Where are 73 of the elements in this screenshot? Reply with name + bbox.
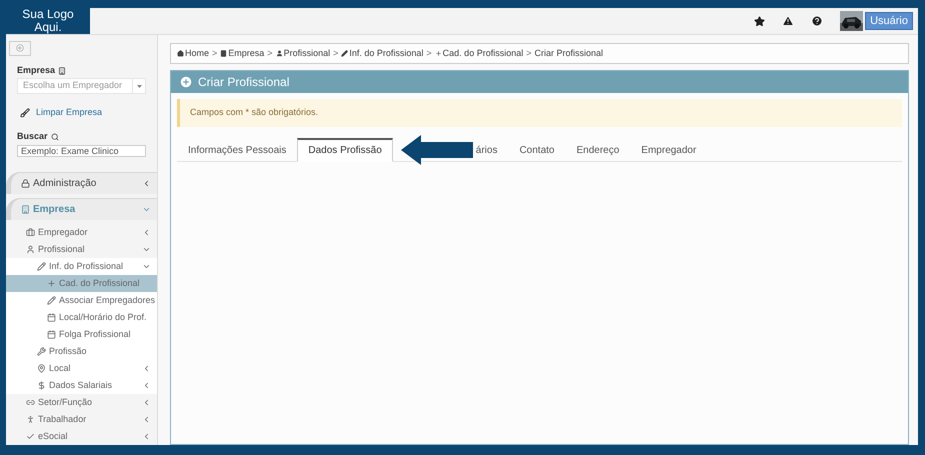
warning-icon[interactable] — [782, 15, 794, 27]
menu-item-icon — [37, 364, 46, 373]
menu-item-icon — [37, 262, 46, 271]
menu-item-icon — [47, 330, 56, 339]
breadcrumb-icon — [341, 50, 348, 57]
breadcrumb-separator: > — [526, 46, 532, 60]
menu-item-icon — [26, 432, 35, 441]
broom-icon — [20, 108, 30, 118]
menu-item-icon — [37, 381, 46, 390]
menu-item[interactable]: Local — [6, 360, 157, 377]
breadcrumb-link[interactable]: Empresa — [228, 46, 264, 60]
search-field[interactable]: Exemplo: Exame Clinico — [17, 144, 146, 157]
breadcrumb-icon — [220, 50, 228, 57]
chevron-down-icon — [142, 205, 151, 214]
sidebar-toggle-button[interactable] — [9, 41, 31, 56]
company-label: Empresa — [17, 64, 56, 77]
breadcrumb-separator: > — [267, 46, 273, 60]
tab[interactable]: Dados Profissão — [297, 138, 393, 162]
menu-item[interactable]: Empregador — [6, 224, 157, 241]
menu-item-icon — [26, 228, 35, 237]
menu-item-icon — [47, 296, 56, 305]
menu-item-icon — [26, 398, 35, 407]
help-icon[interactable] — [811, 15, 824, 27]
arrow-left-icon — [16, 44, 24, 52]
menu-item[interactable]: Profissional — [6, 241, 157, 258]
breadcrumb-link[interactable]: Inf. do Profissional — [349, 46, 424, 60]
plus-circle-icon — [179, 75, 193, 89]
menu-item[interactable]: Dados Salariais — [6, 377, 157, 394]
breadcrumb-current: Criar Profissional — [534, 46, 604, 60]
tab[interactable]: Informações Pessoais — [177, 138, 298, 162]
alert: Campos com * são obrigatórios. — [177, 99, 902, 127]
menu-item[interactable]: Setor/Função — [6, 394, 157, 411]
chevron-left-icon — [142, 228, 151, 237]
dropdown-caret-icon — [136, 84, 142, 88]
chevron-left-icon — [142, 179, 151, 188]
menu-item[interactable]: Folga Profissional — [6, 326, 157, 343]
breadcrumb-link[interactable]: Profissional — [284, 46, 330, 60]
menu-item[interactable]: Profissão — [6, 343, 157, 360]
building-icon — [58, 66, 66, 75]
breadcrumb-separator: > — [333, 46, 338, 60]
breadcrumb-separator: > — [212, 46, 218, 60]
menu-item-icon — [21, 205, 30, 214]
menu-item[interactable]: eSocial — [6, 428, 157, 445]
menu-item[interactable]: Associar Empregadores — [6, 292, 157, 309]
menu-item[interactable]: Administração — [6, 172, 157, 194]
search-label: Buscar — [17, 130, 48, 144]
menu-item-icon — [26, 245, 35, 254]
menu-item[interactable]: Inf. do Profissional — [6, 258, 157, 275]
breadcrumb-link[interactable]: Cad. do Profissional — [442, 46, 524, 60]
menu-item-icon — [26, 415, 35, 424]
tab[interactable]: Contato — [508, 138, 566, 162]
tab[interactable]: ários — [472, 138, 508, 162]
menu-item-icon — [47, 313, 56, 322]
menu-item[interactable]: Cad. do Profissional — [6, 275, 157, 292]
breadcrumb-icon — [434, 50, 442, 57]
breadcrumb-icon — [276, 50, 283, 57]
logo: Sua Logo Aqui. — [6, 8, 90, 34]
search-icon — [50, 133, 59, 142]
menu-item[interactable]: Empresa — [6, 198, 157, 220]
panel-title: Criar Profissional — [198, 74, 290, 91]
menu-item-icon — [37, 347, 46, 356]
menu-item[interactable]: Local/Horário do Prof. — [6, 309, 157, 326]
star-icon[interactable] — [754, 16, 766, 26]
tab[interactable]: Empregador — [630, 138, 708, 162]
menu-item-icon — [47, 279, 56, 288]
breadcrumb-separator: > — [426, 46, 432, 60]
breadcrumb-icon — [177, 50, 184, 57]
menu-item-icon — [21, 179, 30, 188]
menu-item[interactable]: Trabalhador — [6, 411, 157, 428]
tab[interactable]: Endereço — [565, 138, 630, 162]
user-button[interactable]: Usuário — [865, 12, 913, 30]
clear-company-link[interactable]: Limpar Empresa — [36, 106, 102, 120]
breadcrumb-link[interactable]: Home — [185, 46, 210, 60]
